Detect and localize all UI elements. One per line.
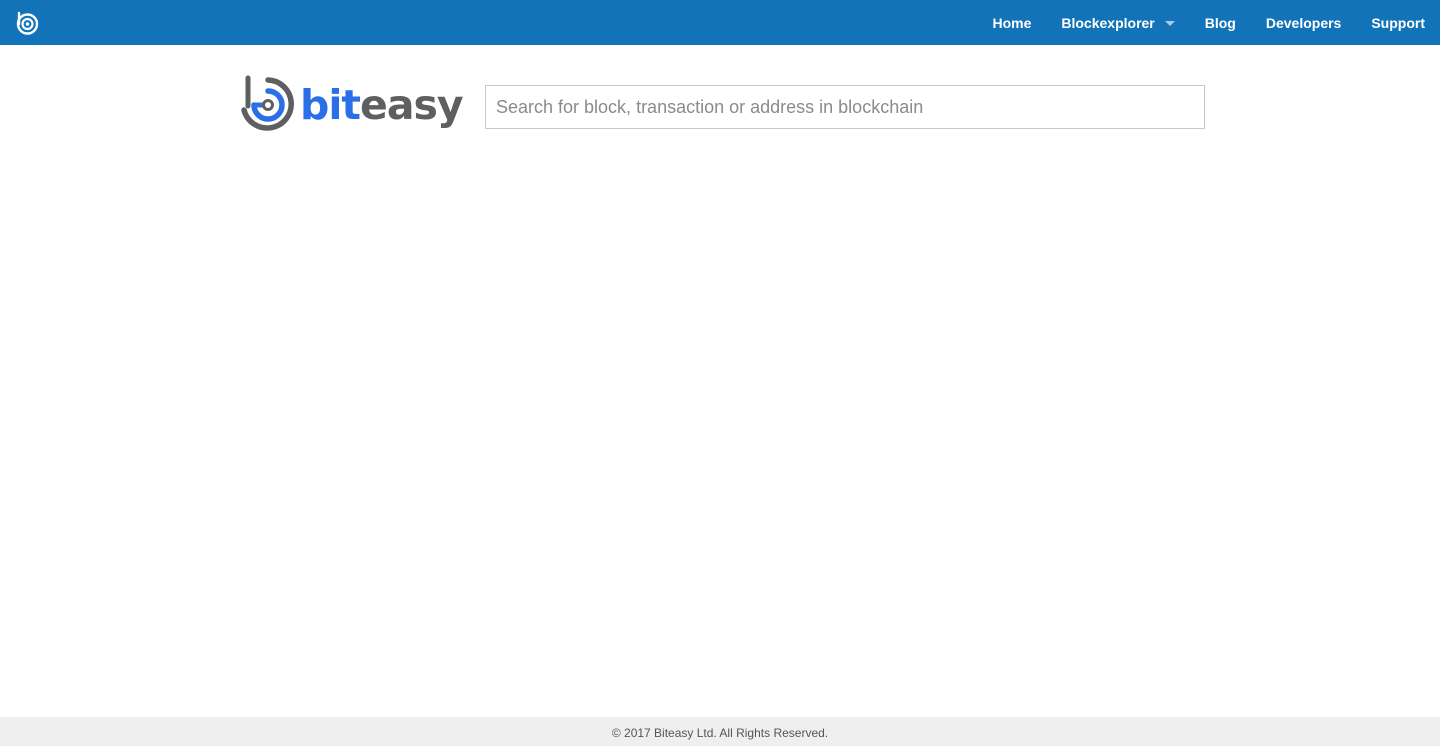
nav-home-label: Home: [992, 14, 1032, 31]
caret-down-icon: [1164, 20, 1175, 26]
top-navbar: Home Blockexplorer Blog Developers Suppo…: [0, 0, 1440, 45]
nav-developers[interactable]: Developers: [1251, 0, 1356, 45]
nav-blockexplorer-dropdown[interactable]: Blockexplorer: [1046, 0, 1189, 45]
nav-blog-label: Blog: [1204, 14, 1236, 31]
footer-copyright: © 2017 Biteasy Ltd. All Rights Reserved.: [611, 726, 829, 740]
nav-blog[interactable]: Blog: [1190, 0, 1251, 45]
brand-text-bit: bit: [300, 81, 361, 129]
biteasy-mark-icon: [241, 75, 294, 131]
nav-blockexplorer-label: Blockexplorer: [1061, 14, 1155, 31]
nav-support-label: Support: [1371, 14, 1425, 31]
nav-support[interactable]: Support: [1356, 0, 1440, 45]
main-nav: Home Blockexplorer Blog Developers Suppo…: [977, 0, 1440, 45]
brand-wordmark: biteasy: [300, 80, 464, 130]
biteasy-brand-logo[interactable]: biteasy: [238, 74, 464, 136]
search-input[interactable]: [485, 85, 1205, 129]
footer: © 2017 Biteasy Ltd. All Rights Reserved.: [0, 717, 1440, 746]
nav-home[interactable]: Home: [977, 0, 1046, 45]
biteasy-logo-icon[interactable]: [14, 10, 40, 36]
nav-developers-label: Developers: [1265, 14, 1342, 31]
brand-text-easy: easy: [360, 81, 464, 129]
